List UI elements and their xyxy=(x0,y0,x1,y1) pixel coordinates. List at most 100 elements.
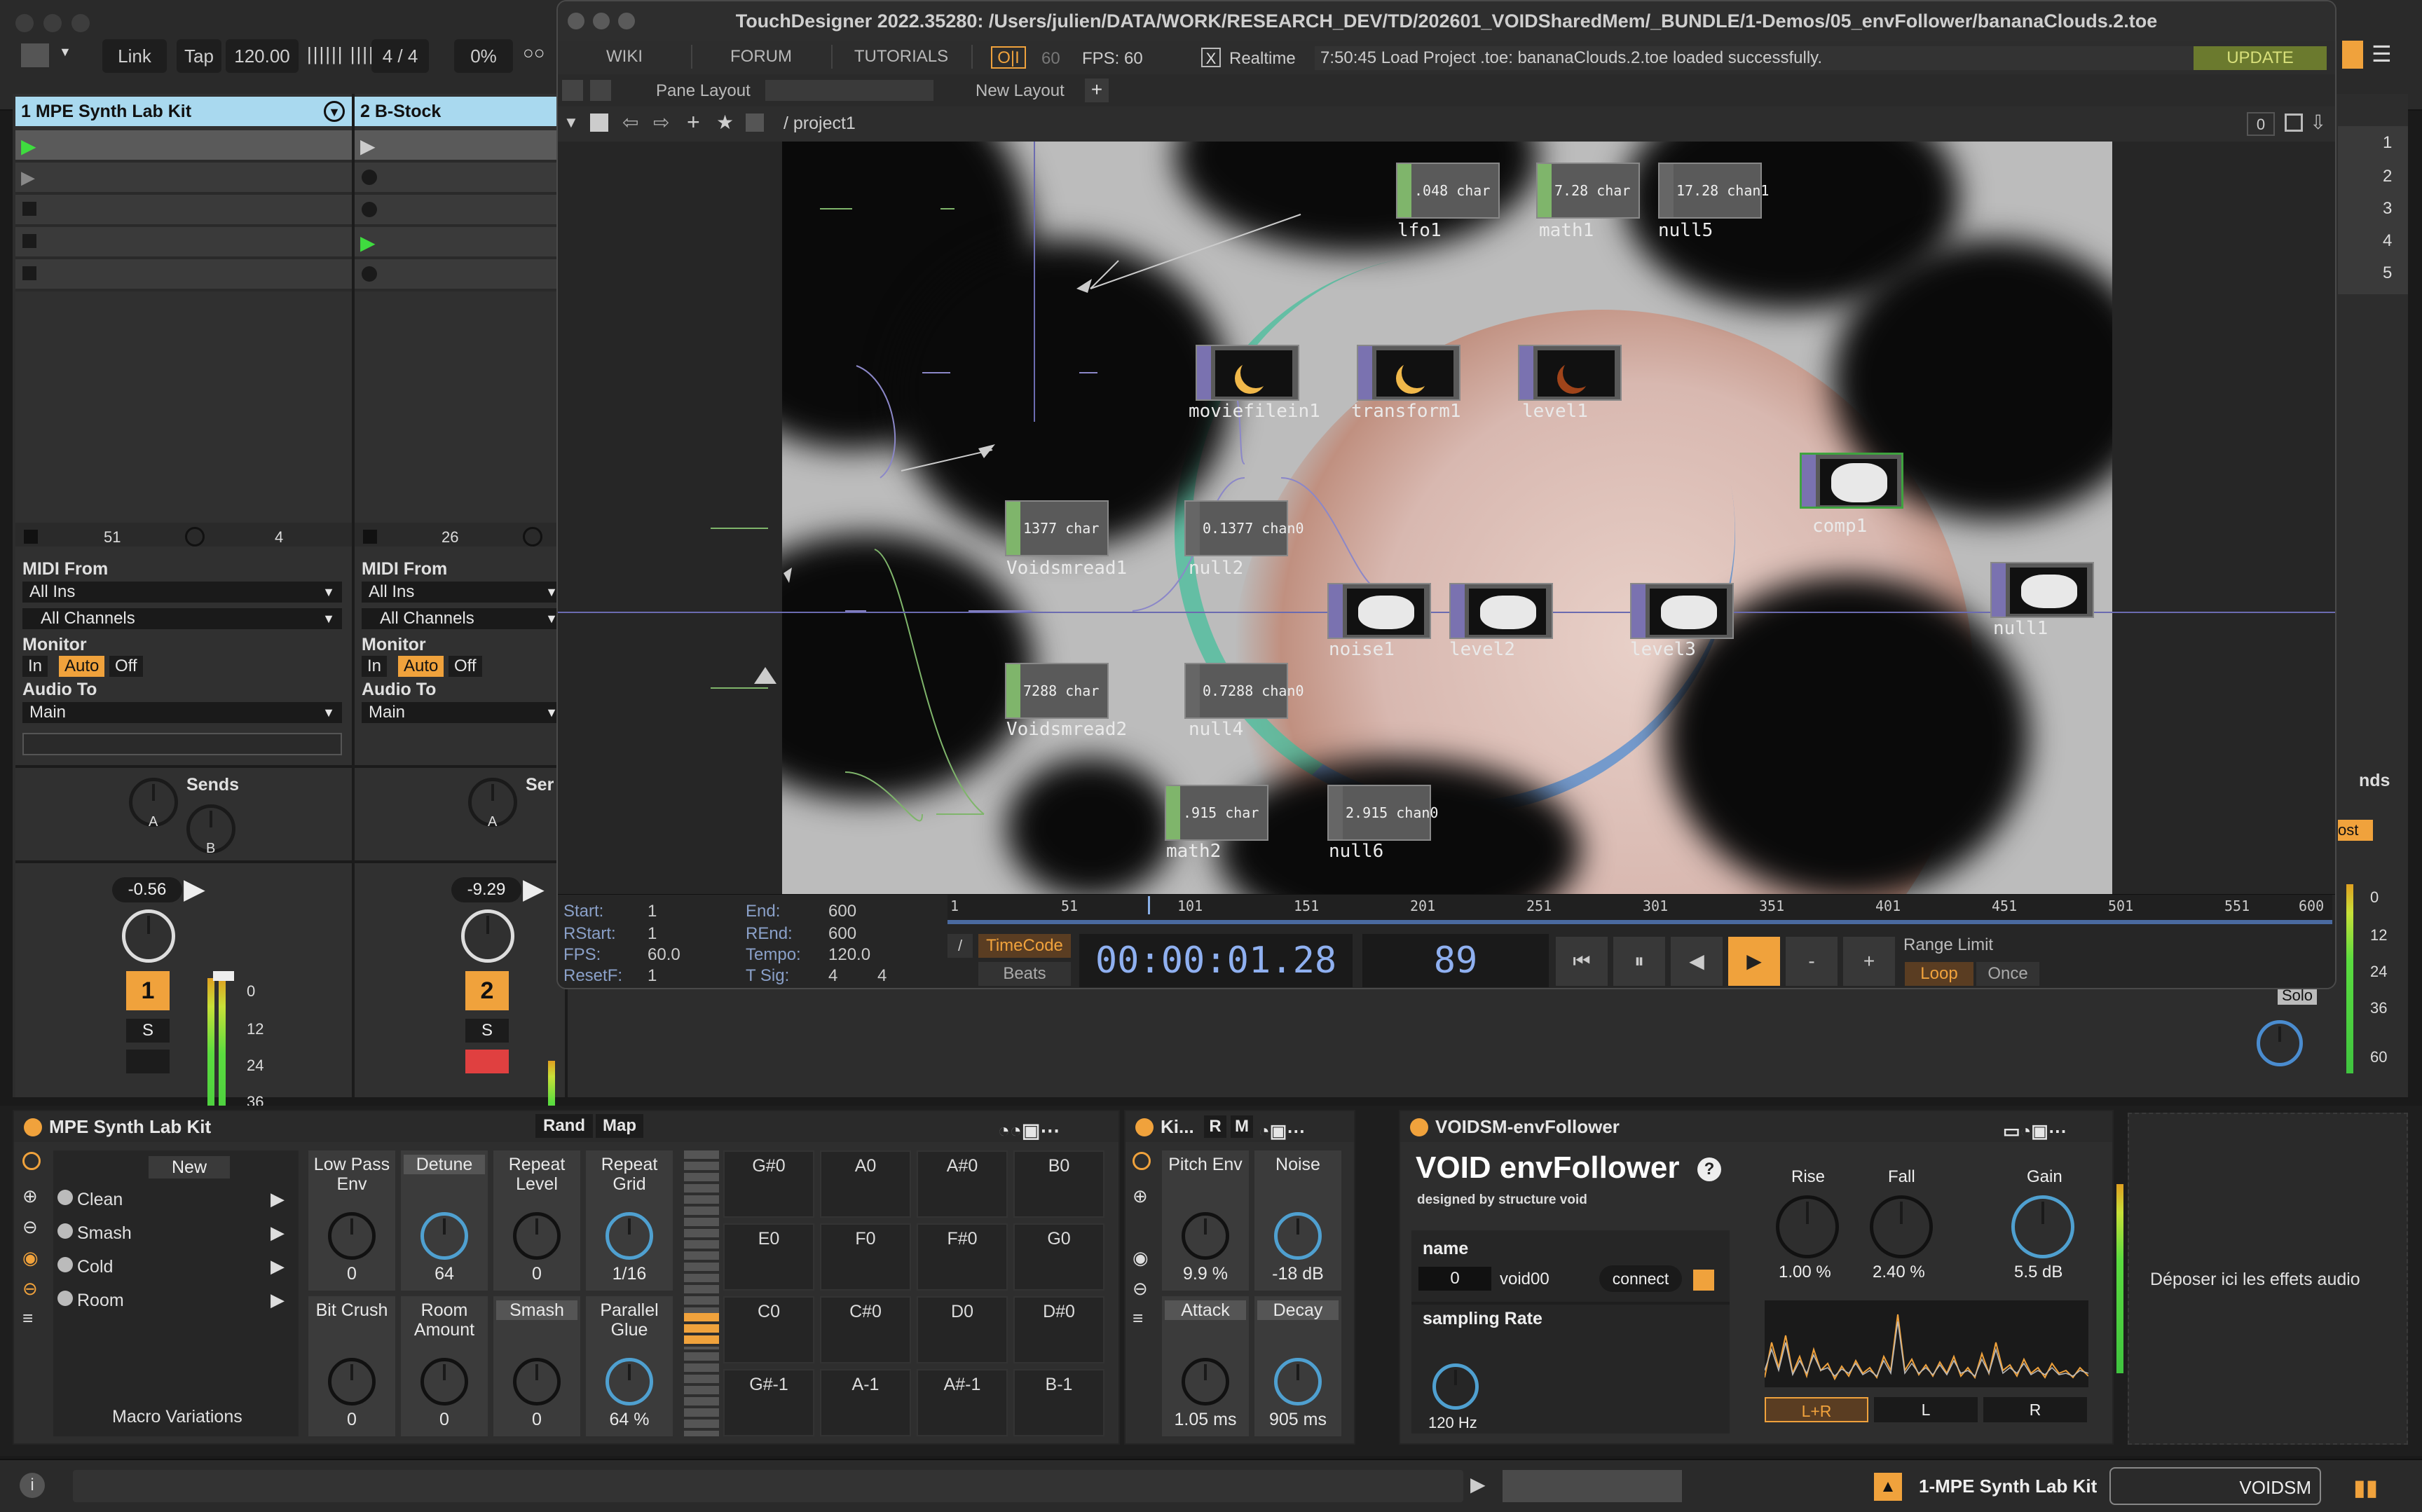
stop-icon[interactable] xyxy=(363,530,377,544)
minimize-window-button[interactable] xyxy=(593,13,610,29)
macro-decay[interactable]: Decay 905 ms xyxy=(1254,1296,1341,1436)
time-signature-field[interactable]: 4 / 4 xyxy=(371,39,429,73)
drum-pad[interactable]: C#0 xyxy=(820,1296,911,1363)
channel-l-toggle[interactable]: L xyxy=(1874,1397,1978,1422)
midi-channel-select[interactable]: All Channels xyxy=(362,608,565,629)
sampling-rate-knob[interactable] xyxy=(1432,1363,1479,1410)
pane-layout-presets[interactable] xyxy=(765,80,933,101)
drum-pad[interactable]: A#0 xyxy=(917,1150,1008,1218)
knob[interactable] xyxy=(513,1358,561,1406)
chevron-down-icon[interactable]: ▼ xyxy=(59,45,71,60)
close-window-button[interactable] xyxy=(568,13,584,29)
arm-button[interactable] xyxy=(465,1050,509,1073)
monitor-off-button[interactable]: Off xyxy=(109,656,143,677)
moviefilein1-node[interactable] xyxy=(1196,345,1299,401)
rend-field[interactable]: 600 xyxy=(828,924,856,944)
level3-node[interactable] xyxy=(1630,583,1734,639)
minus-icon[interactable]: ⊖ xyxy=(22,1216,38,1238)
pan-knob[interactable] xyxy=(461,909,514,963)
forum-link[interactable]: FORUM xyxy=(691,45,833,69)
warning-icon[interactable]: ▲ xyxy=(1874,1473,1902,1501)
plus-icon[interactable]: + xyxy=(687,109,700,135)
device-power-icon[interactable] xyxy=(1410,1118,1428,1136)
solo-button[interactable]: S xyxy=(465,1019,509,1043)
fall-knob[interactable] xyxy=(1870,1195,1933,1258)
play-icon[interactable]: ▶ xyxy=(271,1222,285,1244)
cue-knob[interactable] xyxy=(2257,1020,2303,1066)
macro-icon[interactable] xyxy=(1133,1152,1151,1170)
play-icon[interactable]: ▶ xyxy=(360,135,376,158)
macro-repeat-grid[interactable]: Repeat Grid 1/16 xyxy=(586,1150,673,1291)
drum-pad[interactable]: G#-1 xyxy=(723,1369,814,1436)
knob[interactable] xyxy=(606,1358,653,1406)
camera-icon[interactable] xyxy=(57,1257,73,1272)
drum-pad[interactable]: G0 xyxy=(1013,1223,1104,1291)
drum-pad[interactable]: C0 xyxy=(723,1296,814,1363)
home-icon[interactable] xyxy=(746,114,764,132)
play-icon[interactable]: ▶ xyxy=(1728,937,1780,986)
macro-room-amount[interactable]: Room Amount 0 xyxy=(401,1296,488,1436)
monitor-off-button[interactable]: Off xyxy=(449,656,482,677)
tsig-numerator[interactable]: 4 xyxy=(828,966,837,986)
camera-icon[interactable]: ◉ xyxy=(1133,1247,1149,1269)
step-forward-button[interactable]: + xyxy=(1843,937,1895,986)
void-device-title[interactable]: VOIDSM-envFollower ▭◔▣⋯ xyxy=(1400,1111,2112,1142)
knob[interactable] xyxy=(513,1212,561,1260)
timeline-ruler[interactable]: 1 51 101 151 201 251 301 351 401 451 501… xyxy=(947,895,2332,924)
post-button[interactable]: ost xyxy=(2338,820,2373,841)
drum-pad[interactable]: B0 xyxy=(1013,1150,1104,1218)
clip-slot[interactable] xyxy=(355,195,565,227)
network-path[interactable]: / project1 xyxy=(784,114,856,134)
drum-pad[interactable]: F#0 xyxy=(917,1223,1008,1291)
kit-m-button[interactable]: M xyxy=(1231,1115,1253,1138)
midi-from-select[interactable]: All Ins xyxy=(22,582,342,603)
download-icon[interactable]: ⇩ xyxy=(2310,111,2326,134)
variation-smash[interactable]: Smash xyxy=(77,1223,132,1244)
timecode-display[interactable]: 00:00:01.28 xyxy=(1079,934,1353,987)
clip-slot[interactable]: ▶ xyxy=(355,130,565,163)
midi-channel-select[interactable]: All Channels xyxy=(22,608,342,629)
back-icon[interactable]: ⇦ xyxy=(622,111,638,134)
map-button[interactable]: Map xyxy=(596,1114,643,1138)
track-volume[interactable]: -0.56 xyxy=(112,877,182,902)
perform-mode-toggle[interactable]: O|I xyxy=(991,46,1026,69)
selected-device-name[interactable]: VOIDSM xyxy=(2109,1467,2321,1505)
variation-clean[interactable]: Clean xyxy=(77,1190,123,1210)
step-back-button[interactable]: - xyxy=(1786,937,1838,986)
loop-toggle[interactable]: Loop xyxy=(1905,962,1973,986)
update-button[interactable]: UPDATE xyxy=(2194,46,2327,70)
link-button[interactable]: Link xyxy=(102,39,167,73)
pin-icon[interactable] xyxy=(590,80,611,101)
null1-node[interactable] xyxy=(1990,562,2094,618)
clip-slot[interactable] xyxy=(355,163,565,195)
arrangement-overview[interactable] xyxy=(1503,1470,1682,1502)
pause-icon[interactable]: ⏸ xyxy=(1613,937,1665,986)
device-power-icon[interactable] xyxy=(1135,1118,1154,1136)
window-icon[interactable] xyxy=(2285,114,2303,132)
drum-pad[interactable]: B-1 xyxy=(1013,1369,1104,1436)
channel-r-toggle[interactable]: R xyxy=(1983,1397,2087,1422)
layout-icon[interactable] xyxy=(21,43,49,67)
device-menu-icon[interactable]: ▭◔▣⋯ xyxy=(2003,1115,2067,1146)
knob[interactable] xyxy=(420,1212,468,1260)
knob[interactable] xyxy=(606,1212,653,1260)
voidsmread1-node[interactable]: 1377 char xyxy=(1005,500,1109,556)
drum-pad[interactable]: E0 xyxy=(723,1223,814,1291)
variation-room[interactable]: Room xyxy=(77,1291,124,1311)
fps-field[interactable]: 60.0 xyxy=(648,945,680,965)
track-1-title[interactable]: 1 MPE Synth Lab Kit xyxy=(15,97,352,126)
track-volume[interactable]: -9.29 xyxy=(451,877,521,902)
playhead[interactable] xyxy=(1148,896,1150,914)
beats-toggle[interactable]: Beats xyxy=(978,962,1071,986)
macro-icon[interactable] xyxy=(22,1152,41,1170)
tempo-field[interactable]: 120.0 xyxy=(828,945,870,965)
mpe-device-title[interactable]: MPE Synth Lab Kit Rand Map ◔◔▣⋯ xyxy=(14,1111,1118,1142)
play-icon[interactable]: ▶ xyxy=(1470,1473,1486,1496)
variation-cold[interactable]: Cold xyxy=(77,1257,113,1277)
play-reverse-icon[interactable]: ◀ xyxy=(1671,937,1723,986)
menu-lines-icon[interactable]: ☰ xyxy=(2372,41,2392,67)
drum-pad[interactable]: A0 xyxy=(820,1150,911,1218)
drum-pad[interactable]: G#0 xyxy=(723,1150,814,1218)
timecode-slash[interactable]: / xyxy=(947,934,973,958)
connect-button[interactable]: connect xyxy=(1599,1265,1682,1292)
